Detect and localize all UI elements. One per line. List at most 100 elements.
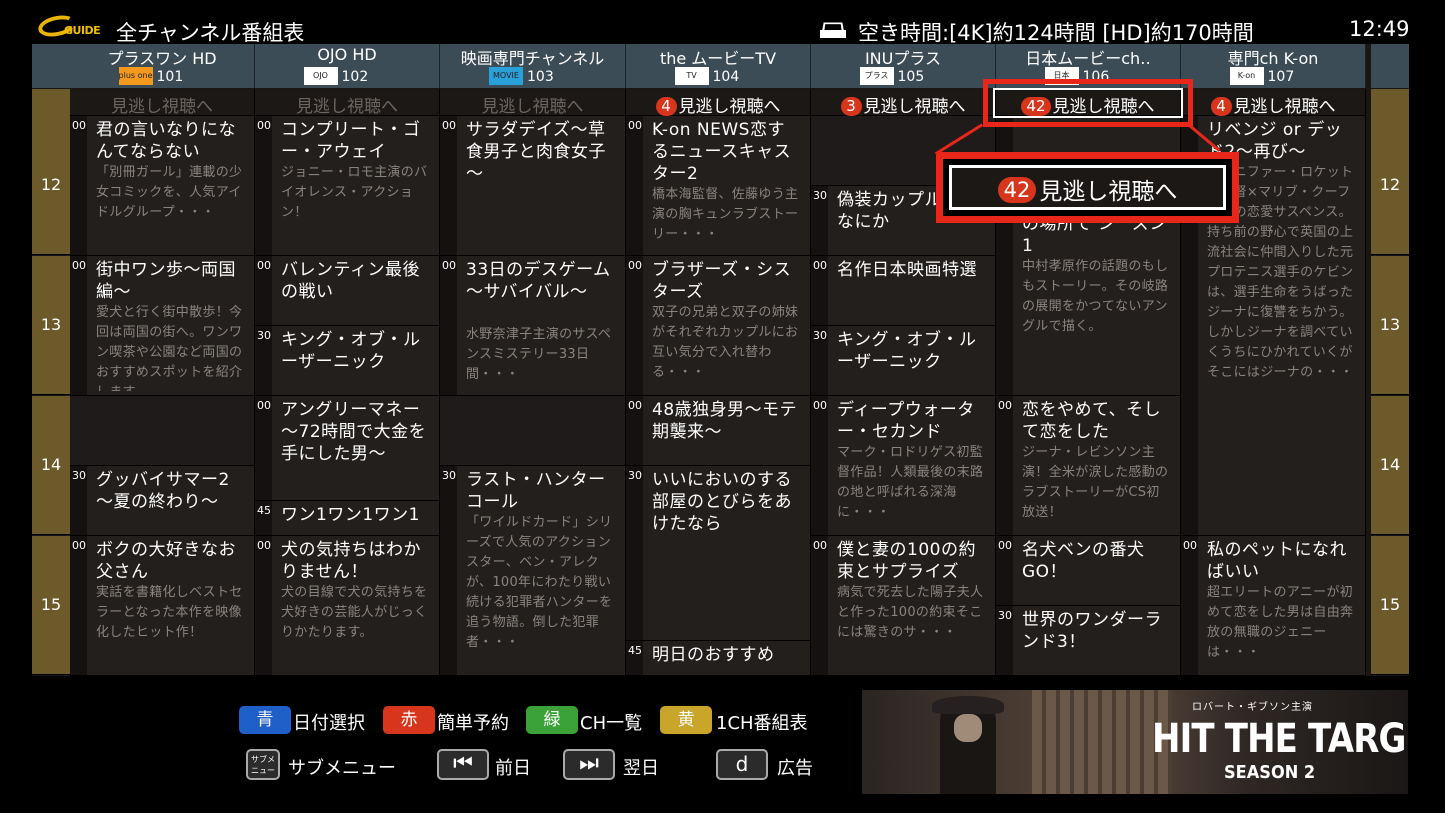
red-button[interactable]: 赤 [383,706,435,734]
missed-viewing-zoom-popup: 42 見逃し視聴へ [936,152,1239,223]
program-cell[interactable]: 00 名作日本映画特選 [811,256,996,326]
channel-logo-icon: TV [674,67,709,85]
program-cell[interactable]: 00 33日のデスゲーム～サバイバル～ 水野奈津子主演のサスペンスミステリー33日間… [440,256,626,396]
program-cell[interactable]: 00 街中ワン歩～両国編～ 愛犬と行く街中散歩！今回は両国の街へ。ワンワン喫茶や公園… [70,256,255,396]
program-cell[interactable]: 00 名犬ベンの番犬GO！ [996,536,1181,606]
advertisement-banner[interactable]: ロバート・ギブソン主演 HIT THE TARGET SEASON 2 [862,690,1408,794]
program-start-minute: 00 [72,259,86,272]
channel-logo-text: K-on [1237,71,1256,80]
channel-header-103[interactable]: 映画専門チャンネル MOVIE 103 [440,44,626,88]
program-cell[interactable]: 00 私のペットになればいい 超エリートのアニーが初めて恋をした男は自由奔放の無職の… [1181,536,1366,676]
yellow-button[interactable]: 黄 [660,706,712,734]
program-cell[interactable]: 45 明日のおすすめ [626,641,811,676]
program-description: マーク・ロドリゲス初監督作品！人類最後の末路の地と呼ばれる深海に・・・ [837,445,984,520]
program-start-minute: 00 [72,119,86,132]
side-missed-1 [1371,89,1409,116]
hour-cell: 14 [32,396,70,535]
yellow-button-label: 1CH番組表 [716,713,808,734]
channel-header-104[interactable]: the ムービーTV TV 104 [626,44,811,88]
channel-name: プラスワン HD [107,49,217,68]
channel-logo-text: TV [686,71,697,80]
program-start-minute: 00 [628,119,642,132]
red-button-label: 簡単予約 [437,713,509,734]
program-cell[interactable]: 00 僕と妻の100の約束とサプライズ 病気で死去した陽子夫人と作った100の約束そ… [811,536,996,676]
program-start-minute: 00 [813,399,827,412]
program-title: 名作日本映画特選 [837,260,977,280]
channel-name: INUプラス [864,49,942,68]
hour-cell: 12 [32,116,70,255]
program-cell[interactable]: 30 ラスト・ハンターコール 「ワイルドカード」シリーズで人気のアクションスター、ベ… [440,466,626,676]
program-cell[interactable]: 30 世界のワンダーランド3！ [996,606,1181,676]
program-title: ボクの大好きなお父さん [96,540,236,582]
program-title: ディープウォーター・セカンド [837,400,975,442]
channel-header-101[interactable]: プラスワン HD plus one 101 [70,44,255,88]
hour-label: 12 [40,175,62,194]
program-description: 犬の目線で犬の気持ちを犬好きの芸能人がじっくりかたります。 [281,585,428,640]
missed-viewing-button[interactable]: 見逃し視聴へ [70,89,255,117]
program-start-minute: 30 [998,609,1012,622]
missed-viewing-button[interactable]: 見逃し視聴へ [440,89,626,117]
program-cell[interactable]: 00 48歳独身男～モテ期襲来～ [626,396,811,466]
channel-name: 専門ch K-on [1227,49,1319,68]
program-cell[interactable]: 30 いいにおいのする部屋のとびらをあけたなら [626,466,811,641]
program-start-minute: 00 [813,539,827,552]
missed-viewing-button[interactable]: 3 見逃し視聴へ [811,89,996,117]
hour-cell: 15 [1371,536,1409,675]
channel-number: 103 [527,69,554,85]
program-start-minute: 30 [813,189,827,202]
program-description: 超エリートのアニーが初めて恋をした男は自由奔放の無職のジェニーは・・・ [1207,585,1354,660]
channel-logo-icon: OJO [303,67,338,85]
program-cell[interactable]: 00 君の言いなりになんてならない 「別冊ガール」連載の少女コミックを、人気アイドル… [70,116,255,256]
hour-label: 15 [1379,595,1401,614]
program-cell[interactable]: 00 ブラザーズ・シスターズ 双子の兄弟と双子の姉妹がそれぞれカップルにお互い気分で… [626,256,811,396]
program-start-minute: 00 [998,539,1012,552]
submenu-label: サブメニュー [288,758,396,779]
program-cell[interactable]: 45 ワン1ワン1ワン1 [255,501,440,536]
missed-viewing-button[interactable]: 4 見逃し視聴へ [626,89,811,117]
program-cell[interactable]: 30 グッバイサマー2～夏の終わり～ [70,466,255,536]
program-cell[interactable]: 30 キング・オブ・ルーザーニック [255,326,440,396]
channel-logo-text: プラス [864,71,889,80]
blue-button[interactable]: 青 [239,706,291,734]
program-cell[interactable]: 00 サラダデイズ～草食男子と肉食女子～ [440,116,626,256]
channel-header-105[interactable]: INUプラス プラス 105 [811,44,996,88]
program-cell[interactable]: 00 バレンティン最後の戦い [255,256,440,326]
submenu-button[interactable]: サブメニュー [246,749,280,780]
program-title: 僕と妻の100の約束とサプライズ [837,540,976,582]
program-title: 犬の気持ちはわかりません！ [281,540,421,582]
program-title: 私のペットになればいい [1207,540,1347,582]
program-cell[interactable]: 30 キング・オブ・ルーザーニック [811,326,996,396]
program-title: 明日のおすすめ [652,645,775,665]
channel-header-102[interactable]: OJO HD OJO 102 [255,44,440,88]
program-description: 実話を書籍化しベストセラーとなった本作を映像化したヒット作！ [96,585,243,640]
submenu-key-text: サブメニュー [251,755,275,775]
missed-count-badge: 4 [1210,97,1232,116]
program-title: 世界のワンダーランド3！ [1022,610,1162,652]
program-cell[interactable]: 00 ボクの大好きなお父さん 実話を書籍化しベストセラーとなった本作を映像化したヒッ… [70,536,255,676]
missed-viewing-button[interactable]: 見逃し視聴へ [255,89,440,117]
program-cell[interactable]: 00 コンプリート・ゴー・アウェイ ジョニー・ロモ主演のバイオレンス・アクション！ [255,116,440,256]
channel-header-107[interactable]: 専門ch K-on K-on 107 [1181,44,1366,88]
green-button-label: CH一覧 [580,713,643,734]
program-cell[interactable]: 00 ディープウォーター・セカンド マーク・ロドリゲス初監督作品！人類最後の末路の地… [811,396,996,536]
program-start-minute: 00 [257,539,271,552]
channel-logo-icon: K-on [1229,67,1264,85]
program-start-minute: 30 [813,329,827,342]
hour-label: 12 [1379,175,1401,194]
previous-day-label: 前日 [495,758,531,779]
green-button[interactable]: 緑 [526,706,578,734]
next-day-button[interactable]: ⏭ [563,749,615,780]
missed-viewing-highlight[interactable] [983,79,1193,127]
program-cell[interactable]: 00 K-on NEWS恋するニュースキャスター2 橋本海監督、佐藤ゆう主演の胸キュ… [626,116,811,256]
program-title: グッバイサマー2～夏の終わり～ [96,470,230,512]
missed-viewing-label: 見逃し視聴へ [296,97,398,117]
program-cell[interactable]: 00 犬の気持ちはわかりません！ 犬の目線で犬の気持ちを犬好きの芸能人がじっくりかた… [255,536,440,676]
d-button[interactable]: d [716,749,768,780]
program-cell[interactable]: 00 アングリーマネー～72時間で大金を手にした男～ [255,396,440,501]
program-cell[interactable]: 00 恋をやめて、そして恋をした ジーナ・レビンソン主演！全米が涙した感動のラブスト… [996,396,1181,536]
missed-viewing-button[interactable]: 4 見逃し視聴へ [1181,89,1366,117]
missed-count-badge: 4 [655,97,677,116]
channel-number: 107 [1267,69,1295,85]
previous-day-button[interactable]: ⏮ [437,749,489,780]
channel-number: 102 [341,69,369,85]
